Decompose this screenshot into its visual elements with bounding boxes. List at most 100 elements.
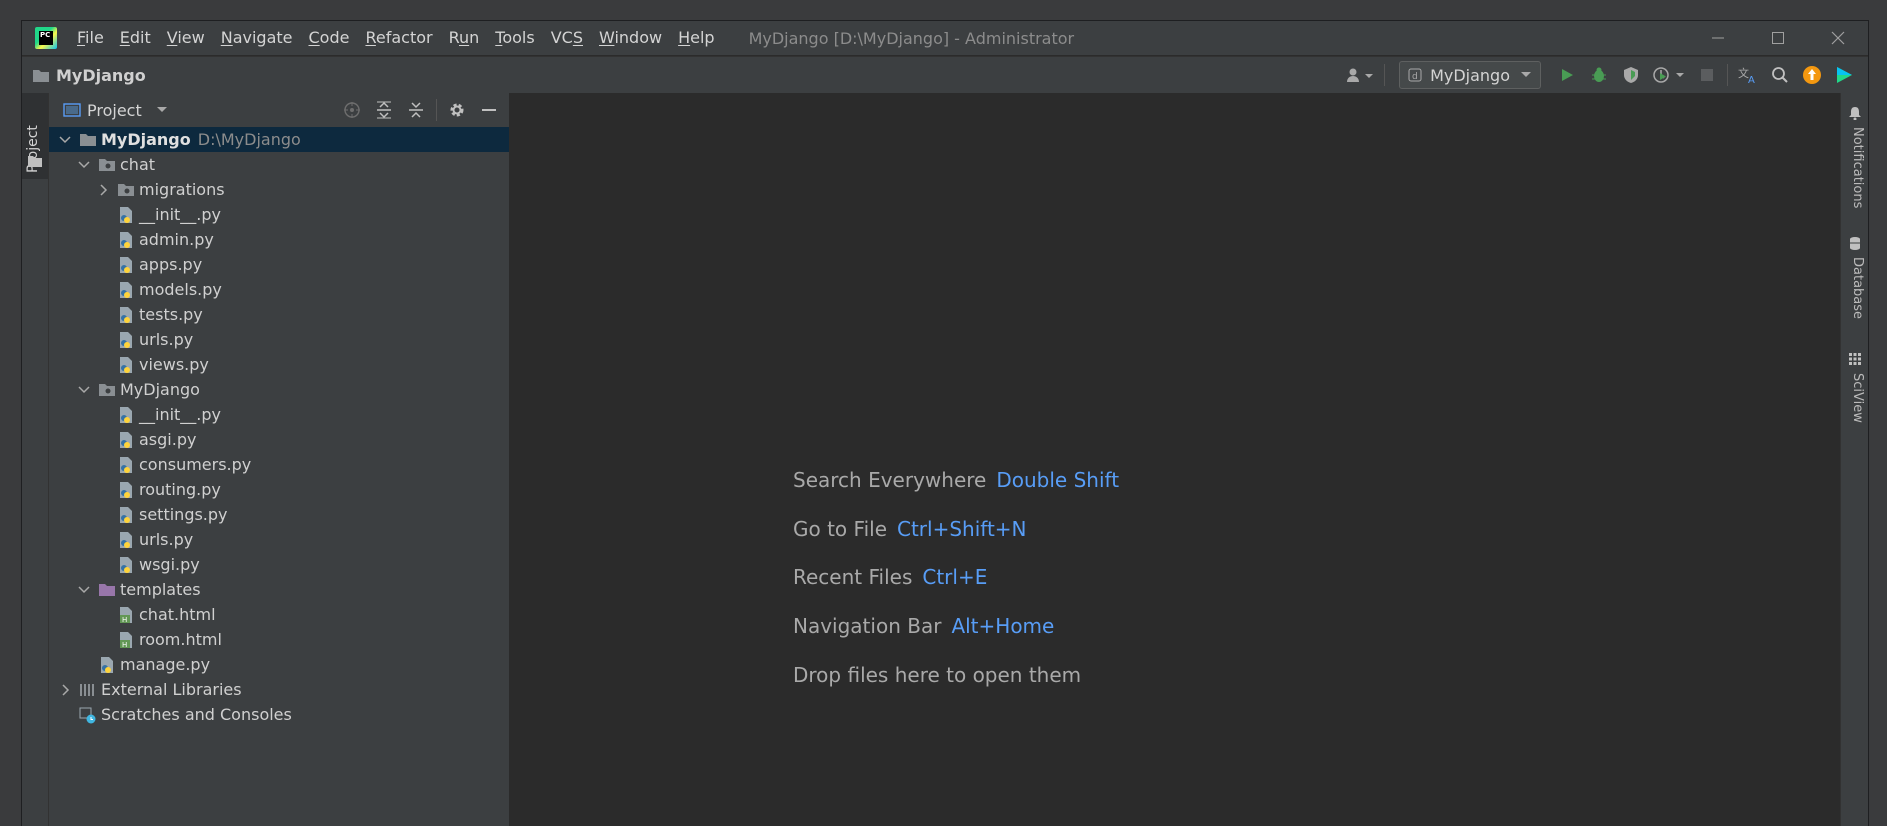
breadcrumb-project[interactable]: MyDjango (56, 66, 146, 85)
tree-item[interactable]: manage.py (49, 652, 509, 677)
chevron-down-icon[interactable] (76, 157, 92, 173)
translate-button[interactable]: 文 A (1732, 57, 1764, 93)
menu-code[interactable]: Code (301, 21, 358, 55)
notifications-tool-tab[interactable]: Notifications (1845, 103, 1865, 208)
stop-icon (1701, 69, 1713, 81)
close-button[interactable] (1808, 21, 1868, 55)
project-panel-title[interactable]: Project (87, 101, 142, 120)
menu-file[interactable]: File (69, 21, 112, 55)
menu-help[interactable]: Help (670, 21, 722, 55)
tree-item[interactable]: consumers.py (49, 452, 509, 477)
tree-item[interactable]: Hroom.html (49, 627, 509, 652)
tree-item-label: MyDjango (120, 380, 200, 399)
coverage-button[interactable] (1615, 57, 1647, 93)
project-tool-tab[interactable]: Project (22, 93, 48, 179)
menu-run[interactable]: Run (441, 21, 488, 55)
editor-hint: Go to File Ctrl+Shift+N (793, 517, 1027, 541)
tree-item[interactable]: External Libraries (49, 677, 509, 702)
tree-item[interactable]: migrations (49, 177, 509, 202)
tree-item[interactable]: asgi.py (49, 427, 509, 452)
view-mode-dropdown-icon[interactable] (156, 106, 168, 114)
tree-item[interactable]: settings.py (49, 502, 509, 527)
collapse-all-button[interactable] (400, 93, 432, 127)
html-file-icon: H (117, 606, 135, 624)
tree-item[interactable]: routing.py (49, 477, 509, 502)
jetbrains-plugin-button[interactable] (1828, 57, 1860, 93)
tree-item[interactable]: admin.py (49, 227, 509, 252)
tree-item[interactable]: urls.py (49, 527, 509, 552)
run-button[interactable] (1551, 57, 1583, 93)
menu-view[interactable]: View (159, 21, 213, 55)
hint-shortcut: Alt+Home (951, 614, 1055, 638)
tree-item[interactable]: MyDjango D:\MyDjango (49, 127, 509, 152)
tree-item[interactable]: Scratches and Consoles (49, 702, 509, 727)
sciview-tool-tab[interactable]: SciView (1845, 349, 1865, 429)
chevron-down-icon[interactable] (76, 382, 92, 398)
updates-button[interactable] (1796, 57, 1828, 93)
stop-button[interactable] (1691, 57, 1723, 93)
account-button[interactable] (1340, 57, 1380, 93)
project-folder-icon (28, 156, 42, 167)
tree-item[interactable]: urls.py (49, 327, 509, 352)
hide-panel-button[interactable] (473, 93, 505, 127)
crosshair-icon (344, 102, 360, 118)
tree-item[interactable]: templates (49, 577, 509, 602)
editor-hint: Recent Files Ctrl+E (793, 565, 987, 589)
tree-item[interactable]: wsgi.py (49, 552, 509, 577)
tree-item[interactable]: models.py (49, 277, 509, 302)
database-tool-tab[interactable]: Database (1845, 233, 1865, 319)
debug-button[interactable] (1583, 57, 1615, 93)
tree-item-label: wsgi.py (139, 555, 200, 574)
tree-item[interactable]: __init__.py (49, 202, 509, 227)
menu-window[interactable]: Window (591, 21, 670, 55)
tree-item[interactable]: MyDjango (49, 377, 509, 402)
tree-item[interactable]: views.py (49, 352, 509, 377)
search-everywhere-button[interactable] (1764, 57, 1796, 93)
database-tab-label: Database (1850, 257, 1865, 320)
editor-empty-area[interactable]: Search Everywhere Double Shift Go to File C… (511, 93, 1840, 826)
breadcrumb[interactable]: MyDjango (32, 66, 146, 85)
options-button[interactable] (441, 93, 473, 127)
expand-all-button[interactable] (368, 93, 400, 127)
toolbar-separator (1727, 64, 1728, 86)
tree-item[interactable]: __init__.py (49, 402, 509, 427)
minimize-button[interactable] (1688, 21, 1748, 55)
chevron-right-icon[interactable] (95, 182, 111, 198)
tree-item-label: __init__.py (139, 405, 222, 424)
python-file-icon (117, 206, 135, 224)
package-folder-icon (98, 381, 116, 399)
hint-label: Navigation Bar (793, 614, 942, 638)
chevron-down-icon[interactable] (76, 582, 92, 598)
menu-navigate[interactable]: Navigate (213, 21, 301, 55)
select-opened-file-button[interactable] (336, 93, 368, 127)
chevron-right-icon[interactable] (57, 682, 73, 698)
menu-edit[interactable]: Edit (112, 21, 159, 55)
tree-item[interactable]: Hchat.html (49, 602, 509, 627)
tree-item-label: room.html (139, 630, 222, 649)
maximize-button[interactable] (1748, 21, 1808, 55)
hint-label: Go to File (793, 517, 887, 541)
menu-tools[interactable]: Tools (487, 21, 542, 55)
tree-item-label: chat (120, 155, 156, 174)
tree-item-label: asgi.py (139, 430, 197, 449)
tree-item-path: D:\MyDjango (197, 130, 301, 149)
tree-item[interactable]: chat (49, 152, 509, 177)
profile-button[interactable] (1647, 57, 1691, 93)
tree-item-label: templates (120, 580, 201, 599)
pycharm-logo-icon[interactable]: PC (35, 27, 57, 49)
run-configuration-select[interactable]: d MyDjango (1399, 61, 1541, 89)
chevron-down-icon[interactable] (57, 132, 73, 148)
tree-item[interactable]: apps.py (49, 252, 509, 277)
tree-item[interactable]: tests.py (49, 302, 509, 327)
tree-item-label: tests.py (139, 305, 203, 324)
menu-refactor[interactable]: Refactor (357, 21, 440, 55)
tree-item-label: routing.py (139, 480, 221, 499)
menu-vcs[interactable]: VCS (543, 21, 591, 55)
